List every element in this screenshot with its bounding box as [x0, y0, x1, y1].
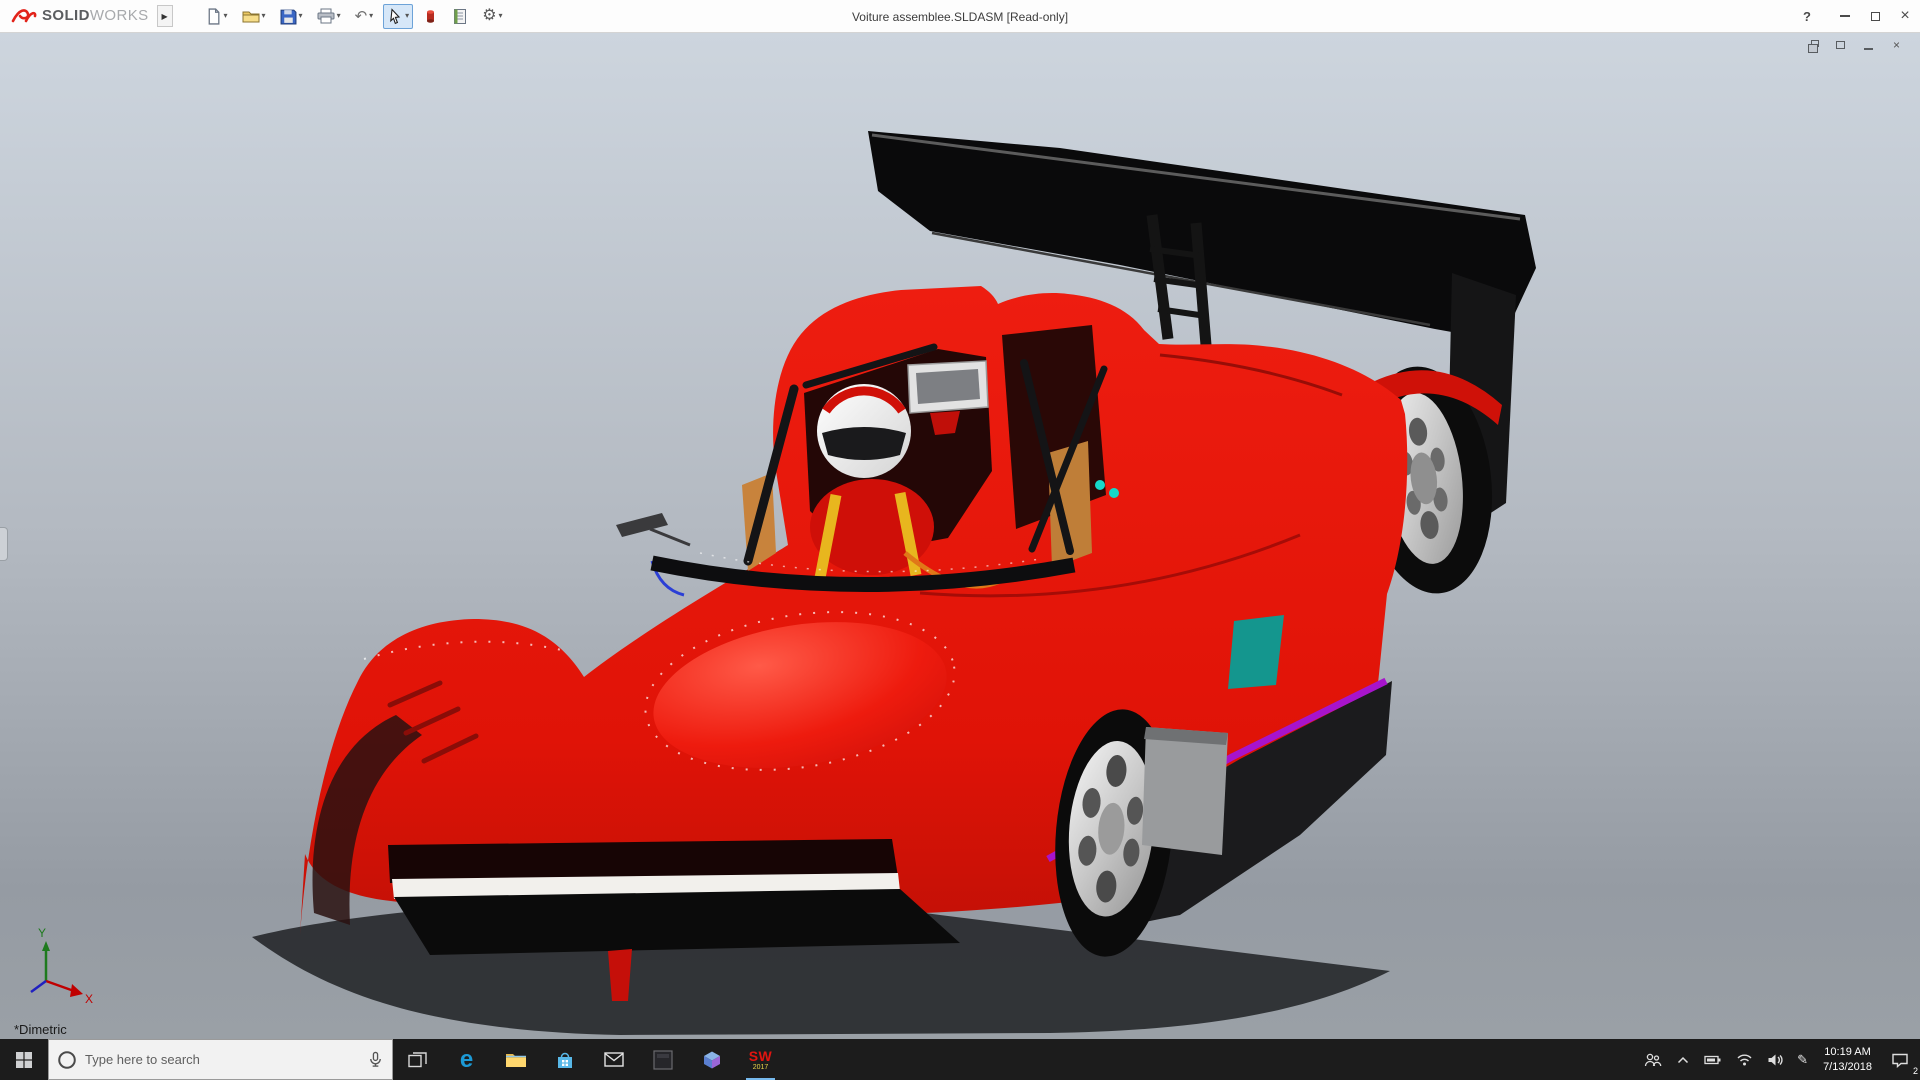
- microphone-icon[interactable]: [367, 1051, 384, 1068]
- triad-y-label: Y: [38, 926, 46, 940]
- store-icon: [555, 1050, 575, 1070]
- save-floppy-icon: [280, 8, 297, 25]
- system-tray: ✎ 10:19 AM 7/13/2018 2: [1637, 1039, 1920, 1080]
- brand-bold: SOLID: [42, 7, 90, 24]
- wifi-icon: [1736, 1053, 1753, 1066]
- 3d-cube-icon: [702, 1050, 722, 1070]
- clock-date: 7/13/2018: [1823, 1060, 1872, 1075]
- options-button[interactable]: ⚙ ▾: [478, 4, 506, 28]
- mail-button[interactable]: [589, 1039, 638, 1080]
- main-toolbar: ▾ ▾ ▾: [201, 4, 507, 29]
- car-model: Y X: [0, 33, 1920, 1039]
- taskbar-clock[interactable]: 10:19 AM 7/13/2018: [1815, 1045, 1880, 1075]
- file-explorer-icon: [505, 1051, 527, 1069]
- graphics-viewport[interactable]: Y X × *Dimetric: [0, 33, 1920, 1039]
- cascade-icon: [1836, 41, 1845, 49]
- teal-detail-2: [1109, 488, 1119, 498]
- undo-icon: ↶: [355, 9, 368, 24]
- window-controls: ? ×: [1792, 0, 1920, 32]
- action-center-icon: [1891, 1052, 1909, 1068]
- search-input[interactable]: [85, 1052, 359, 1067]
- appearances-button[interactable]: [419, 4, 442, 29]
- windows-logo-icon: [15, 1051, 33, 1069]
- nose-pylon: [608, 949, 632, 1001]
- gear-icon: ⚙: [482, 8, 496, 24]
- network-button[interactable]: [1729, 1039, 1760, 1080]
- dark-tile-app-button[interactable]: [638, 1039, 687, 1080]
- select-cursor-icon: [387, 8, 403, 25]
- document-window-controls: ×: [1805, 38, 1904, 52]
- report-book-icon: [452, 8, 468, 25]
- teal-detail-1: [1095, 480, 1105, 490]
- collapsed-panel-tab[interactable]: [0, 527, 8, 561]
- edge-button[interactable]: e: [442, 1039, 491, 1080]
- doc-cascade-button[interactable]: [1833, 38, 1848, 52]
- edge-icon: e: [460, 1048, 473, 1072]
- show-hidden-icons-button[interactable]: [1669, 1039, 1697, 1080]
- 3d-viewer-button[interactable]: [687, 1039, 736, 1080]
- view-orientation-label: *Dimetric: [14, 1022, 67, 1037]
- close-button[interactable]: ×: [1890, 0, 1920, 32]
- solidworks-logo-mark: [10, 6, 38, 26]
- open-folder-icon: [242, 8, 260, 24]
- appearance-cylinder-icon: [423, 8, 438, 25]
- doc-minimize-button[interactable]: [1861, 38, 1876, 52]
- notification-badge: 2: [1913, 1066, 1918, 1076]
- solidworks-app-icon: SW 2017: [749, 1049, 773, 1071]
- cortana-icon: [57, 1050, 77, 1070]
- desktop: SOLIDWORKS ▶ ▾ ▾: [0, 0, 1920, 1080]
- document-title: Voiture assemblee.SLDASM [Read-only]: [852, 0, 1068, 33]
- file-explorer-button[interactable]: [491, 1039, 540, 1080]
- titlebar: SOLIDWORKS ▶ ▾ ▾: [0, 0, 1920, 33]
- task-view-icon: [408, 1051, 428, 1069]
- clock-time: 10:19 AM: [1823, 1045, 1872, 1060]
- triad-x-label: X: [85, 992, 93, 1006]
- minimize-button[interactable]: [1830, 0, 1860, 32]
- pen-input-button[interactable]: ✎: [1790, 1039, 1815, 1080]
- help-button[interactable]: ?: [1792, 0, 1822, 32]
- taskbar-search[interactable]: [48, 1039, 393, 1080]
- menu-expander-button[interactable]: ▶: [157, 5, 173, 27]
- action-center-button[interactable]: 2: [1880, 1039, 1920, 1080]
- undo-button[interactable]: ↶ ▾: [351, 5, 378, 28]
- open-document-button[interactable]: ▾: [238, 4, 270, 28]
- select-tool-button[interactable]: ▾: [383, 4, 413, 29]
- mail-icon: [604, 1052, 624, 1067]
- maximize-icon: [1871, 12, 1880, 21]
- taskbar: e: [0, 1039, 1920, 1080]
- restore-icon: [1811, 40, 1819, 47]
- save-button[interactable]: ▾: [276, 4, 307, 29]
- teal-side-panel: [1228, 615, 1284, 689]
- chevron-up-icon: [1676, 1054, 1690, 1066]
- people-button[interactable]: [1637, 1039, 1669, 1080]
- printer-icon: [317, 8, 335, 24]
- store-button[interactable]: [540, 1039, 589, 1080]
- print-button[interactable]: ▾: [313, 4, 345, 28]
- maximize-button[interactable]: [1860, 0, 1890, 32]
- volume-button[interactable]: [1760, 1039, 1790, 1080]
- speaker-icon: [1767, 1053, 1783, 1067]
- sidepod-gray: [1142, 727, 1228, 855]
- doc-close-button[interactable]: ×: [1889, 38, 1904, 52]
- new-document-button[interactable]: ▾: [201, 4, 232, 29]
- doc-minimize-icon: [1864, 48, 1873, 50]
- design-binder-button[interactable]: [448, 4, 472, 29]
- minimize-icon: [1840, 15, 1850, 17]
- start-button[interactable]: [0, 1039, 48, 1080]
- battery-icon: [1704, 1054, 1722, 1066]
- new-document-icon: [205, 8, 222, 25]
- dark-tile-app-icon: [653, 1050, 673, 1070]
- solidworks-app-button[interactable]: SW 2017: [736, 1039, 785, 1080]
- people-icon: [1644, 1052, 1662, 1068]
- brand-light: WORKS: [90, 7, 149, 24]
- doc-restore-button[interactable]: [1805, 38, 1820, 52]
- task-view-button[interactable]: [393, 1039, 442, 1080]
- battery-button[interactable]: [1697, 1039, 1729, 1080]
- solidworks-logo: SOLIDWORKS: [0, 0, 157, 32]
